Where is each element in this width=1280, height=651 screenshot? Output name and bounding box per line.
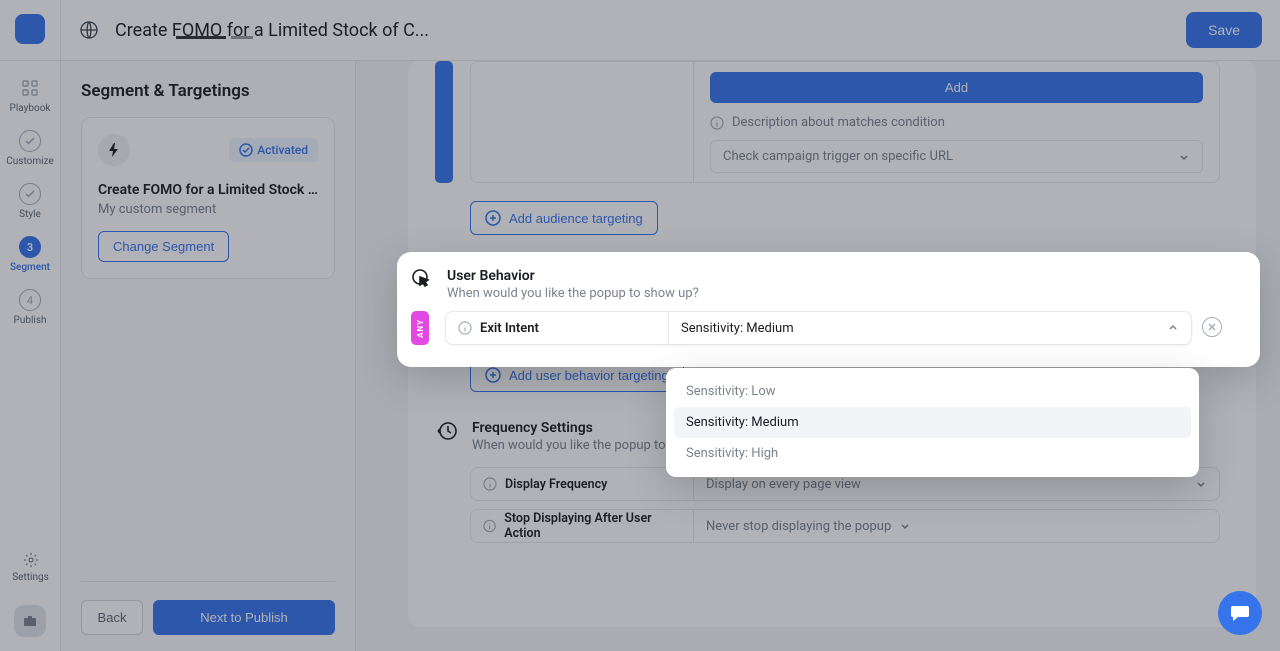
any-tag-pink: ANY [411, 311, 429, 345]
sensitivity-select[interactable]: Sensitivity: Medium [669, 312, 1191, 344]
user-behavior-panel: User Behavior When would you like the po… [397, 252, 1260, 367]
chat-icon [1229, 602, 1251, 624]
page-title: Create FOMO for a Limited Stock of C... [115, 20, 429, 41]
nav-segment[interactable]: 3 Segment [0, 236, 60, 273]
remove-condition-button[interactable] [1202, 317, 1222, 337]
display-frequency-label: Display Frequency [505, 477, 607, 492]
nav-label: Settings [12, 572, 49, 583]
sensitivity-option-high[interactable]: Sensitivity: High [674, 438, 1191, 469]
activated-badge: Activated [229, 138, 318, 162]
add-user-behavior-label: Add user behavior targeting [509, 368, 669, 383]
info-icon [483, 477, 497, 491]
plus-circle-icon [485, 367, 501, 383]
exit-intent-label: Exit Intent [480, 321, 539, 336]
change-segment-button[interactable]: Change Segment [98, 231, 229, 262]
segment-card-title: Create FOMO for a Limited Stock o... [98, 182, 318, 198]
condition-description: Description about matches condition [732, 115, 945, 130]
sensitivity-option-low[interactable]: Sensitivity: Low [674, 376, 1191, 407]
info-icon [483, 519, 496, 533]
check-trigger-label: Check campaign trigger on specific URL [723, 149, 953, 164]
exit-intent-row: Exit Intent Sensitivity: Medium [445, 311, 1192, 345]
stop-displaying-row: Stop Displaying After User Action Never … [470, 509, 1220, 543]
display-frequency-value: Display on every page view [706, 477, 861, 492]
check-icon [24, 135, 36, 147]
sidebar-title: Segment & Targetings [81, 81, 335, 101]
segment-card-sub: My custom segment [98, 202, 318, 217]
chevron-up-icon [1167, 322, 1179, 334]
briefcase-icon [22, 613, 38, 629]
nav-label: Customize [6, 156, 53, 167]
plus-circle-icon [485, 210, 501, 226]
nav-label: Playbook [10, 103, 51, 114]
chevron-down-icon [899, 520, 911, 532]
user-behavior-title: User Behavior [447, 268, 699, 284]
history-icon [436, 420, 458, 442]
close-icon [1207, 322, 1217, 332]
globe-icon [79, 20, 99, 40]
add-audience-targeting-button[interactable]: Add audience targeting [470, 201, 658, 235]
dashboard-icon [22, 80, 38, 96]
title-underline [176, 36, 226, 39]
back-button[interactable]: Back [81, 600, 143, 635]
stop-displaying-select[interactable]: Never stop displaying the popup [694, 510, 1219, 542]
user-behavior-sub: When would you like the popup to show up… [447, 286, 699, 301]
bolt-badge [98, 134, 130, 166]
sensitivity-value: Sensitivity: Medium [681, 321, 794, 336]
nav-settings[interactable]: Settings [0, 552, 61, 583]
nav-label: Publish [14, 315, 47, 326]
info-icon [710, 116, 724, 130]
step-number: 4 [19, 289, 41, 311]
nav-label: Segment [10, 262, 50, 273]
url-condition-section: Add Description about matches condition … [470, 61, 1220, 183]
check-icon [24, 188, 36, 200]
info-icon [458, 321, 472, 335]
sensitivity-dropdown: Sensitivity: Low Sensitivity: Medium Sen… [666, 368, 1199, 477]
stop-displaying-label: Stop Displaying After User Action [504, 511, 681, 541]
step-number: 3 [19, 236, 41, 258]
chevron-down-icon [1195, 478, 1207, 490]
gear-icon [23, 552, 39, 568]
add-condition-button[interactable]: Add [710, 72, 1203, 103]
chat-fab[interactable] [1218, 591, 1262, 635]
suitcase-button[interactable] [14, 605, 46, 637]
bolt-icon [108, 143, 120, 157]
nav-label: Style [19, 209, 41, 220]
check-circle-icon [239, 143, 253, 157]
next-button[interactable]: Next to Publish [153, 600, 335, 635]
nav-style[interactable]: Style [0, 183, 60, 220]
any-tag-blue [435, 61, 453, 183]
check-trigger-select[interactable]: Check campaign trigger on specific URL [710, 140, 1203, 173]
segment-card: Activated Create FOMO for a Limited Stoc… [81, 117, 335, 279]
save-button[interactable]: Save [1186, 12, 1262, 48]
nav-playbook[interactable]: Playbook [0, 77, 60, 114]
title-underline [231, 36, 253, 39]
activated-label: Activated [257, 143, 308, 157]
add-audience-label: Add audience targeting [509, 211, 643, 226]
stop-displaying-value: Never stop displaying the popup [706, 519, 891, 534]
cursor-click-icon [411, 268, 433, 290]
nav-publish[interactable]: 4 Publish [0, 289, 60, 326]
app-logo[interactable] [15, 14, 45, 44]
chevron-down-icon [1178, 151, 1190, 163]
nav-customize[interactable]: Customize [0, 130, 60, 167]
sensitivity-option-medium[interactable]: Sensitivity: Medium [674, 407, 1191, 438]
